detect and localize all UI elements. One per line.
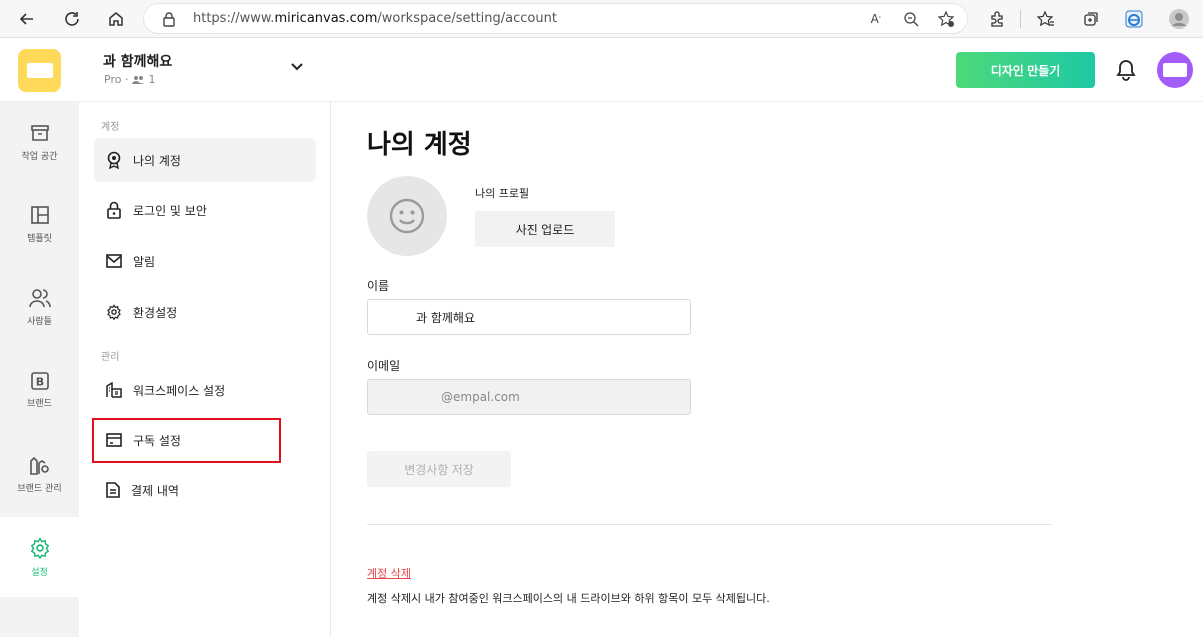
upload-photo-button[interactable]: 사진 업로드 [475,211,615,247]
workspace-plan: Pro · [104,73,129,86]
document-icon [106,482,120,498]
save-changes-button[interactable]: 변경사항 저장 [367,451,511,487]
profile-label: 나의 프로필 [475,187,530,200]
menu-item-my-account[interactable]: 나의 계정 [94,138,316,182]
svg-text:B: B [35,375,43,388]
rail-item-workspace[interactable]: 작업 공간 [0,102,79,182]
settings-menu: 계정 나의 계정 로그인 및 보안 알림 환경설정 관리 워크스페이스 설정 구… [79,102,331,637]
email-field: @empal.com [367,379,691,415]
address-bar[interactable]: https://www.miricanvas.com/workspace/set… [143,3,968,34]
people-icon [28,288,51,307]
avatar-mark [1163,63,1187,77]
template-grid-icon [30,205,49,224]
chevron-down-icon[interactable] [290,62,304,72]
menu-item-notifications[interactable]: 알림 [94,239,316,283]
section-divider [367,524,1051,525]
delete-account-description: 계정 삭제시 내가 참여중인 워크스페이스의 내 드라이브와 하위 항목이 모두… [367,592,770,605]
menu-item-label: 알림 [133,254,156,269]
menu-item-billing-history[interactable]: 결제 내역 [94,468,316,512]
rail-item-brand[interactable]: B 브랜드 [0,350,79,430]
workspace-name[interactable]: 과 함께해요 [103,51,172,71]
menu-item-label: 나의 계정 [133,153,181,168]
menu-item-label: 로그인 및 보안 [133,203,207,218]
collections-icon[interactable] [1077,5,1105,33]
rail-label: 템플릿 [27,233,52,244]
gear-icon [30,537,49,559]
page-title: 나의 계정 [367,130,472,160]
rail-label: 브랜드 관리 [17,483,62,494]
rail-item-brand-manage[interactable]: 브랜드 관리 [0,434,79,514]
profile-photo[interactable] [367,176,447,256]
smiley-face-icon [389,198,425,234]
read-aloud-icon[interactable]: Aʾ [866,9,886,29]
home-icon[interactable] [102,5,130,33]
name-label: 이름 [367,279,390,293]
menu-section-account: 계정 [101,122,120,133]
rail-label: 설정 [31,567,48,578]
favorites-icon[interactable] [1032,5,1060,33]
menu-item-label: 결제 내역 [131,483,179,498]
favorite-add-icon[interactable] [936,9,956,29]
menu-item-label: 환경설정 [133,305,178,320]
account-badge-icon [107,151,121,169]
browser-toolbar: https://www.miricanvas.com/workspace/set… [0,0,1203,38]
email-label: 이메일 [367,359,401,373]
gear-icon [107,304,121,320]
menu-item-workspace-settings[interactable]: 워크스페이스 설정 [94,368,316,412]
zoom-icon[interactable] [901,9,921,29]
menu-section-manage: 관리 [101,352,120,363]
toolbar-divider [1020,10,1021,28]
delete-account-link[interactable]: 계정 삭제 [367,565,411,581]
extensions-icon[interactable] [983,5,1011,33]
rail-label: 브랜드 [27,398,52,409]
left-rail: 작업 공간 템플릿 사람들 B 브랜드 브랜드 관리 설정 [0,102,79,637]
rail-item-settings[interactable]: 설정 [0,517,79,597]
back-icon[interactable] [13,5,41,33]
brand-manage-icon [29,456,49,475]
brand-b-icon: B [30,371,49,390]
archive-icon [30,124,49,141]
workspace-icon [106,382,122,398]
profile-icon[interactable] [1165,5,1193,33]
url-text: https://www.miricanvas.com/workspace/set… [193,11,557,26]
edge-browser-icon[interactable] [1120,5,1148,33]
menu-item-preferences[interactable]: 환경설정 [94,290,316,334]
lock-icon [107,201,121,219]
mail-icon [106,254,122,268]
bell-icon[interactable] [1116,59,1136,81]
app-logo[interactable] [18,49,61,92]
rail-item-templates[interactable]: 템플릿 [0,184,79,264]
menu-item-login-security[interactable]: 로그인 및 보안 [94,188,316,232]
lock-icon[interactable] [162,11,176,27]
rail-item-people[interactable]: 사람들 [0,267,79,347]
app-header: 과 함께해요 Pro · 1 디자인 만들기 [0,38,1203,102]
create-design-button[interactable]: 디자인 만들기 [956,52,1095,88]
rail-label: 사람들 [27,316,52,327]
members-icon [132,75,145,84]
avatar[interactable] [1157,52,1193,88]
logo-mark [26,63,53,78]
name-field[interactable]: 과 함께해요 [367,299,691,335]
refresh-icon[interactable] [58,5,86,33]
subscription-highlight-box [92,418,281,463]
workspace-meta: Pro · 1 [104,73,155,86]
menu-item-label: 워크스페이스 설정 [133,383,226,398]
member-count: 1 [148,73,156,86]
rail-label: 작업 공간 [21,151,58,162]
